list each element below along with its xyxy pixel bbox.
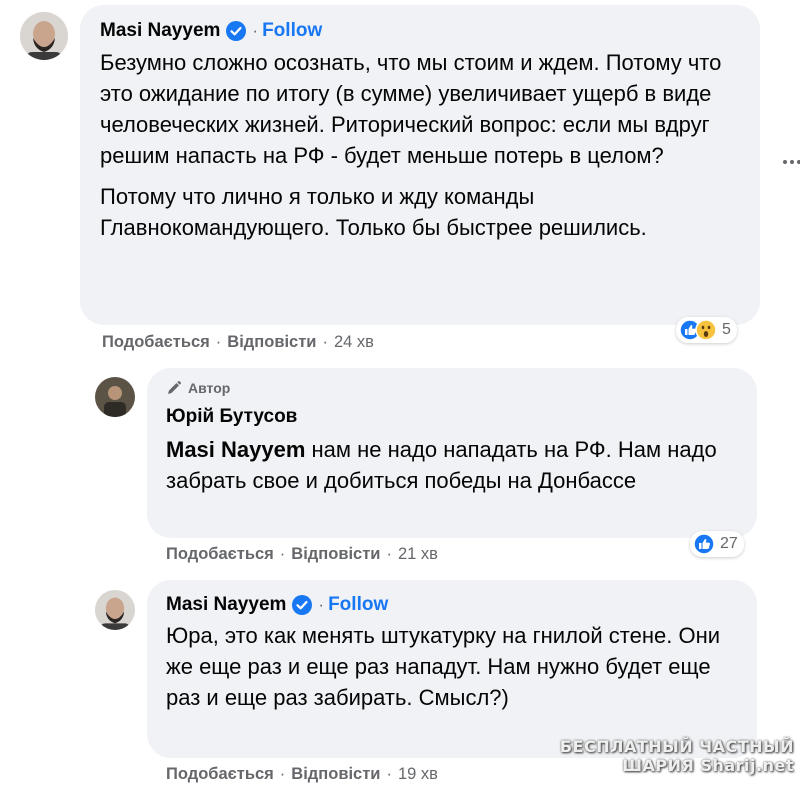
- mention-link[interactable]: Masi Nayyem: [166, 437, 305, 462]
- dot-separator: ·: [252, 21, 259, 40]
- follow-button[interactable]: Follow: [328, 594, 388, 616]
- timestamp[interactable]: 24 хв: [334, 333, 374, 352]
- author-name[interactable]: Masi Nayyem: [100, 20, 220, 42]
- avatar-masi-image: [20, 12, 68, 60]
- author-name[interactable]: Юрій Бутусов: [166, 406, 297, 428]
- dot-separator: ·: [318, 595, 325, 614]
- reply-action[interactable]: Відповісти: [227, 333, 316, 352]
- comment-text: Masi Nayyem нам не надо нападать на РФ. …: [166, 434, 746, 496]
- timestamp[interactable]: 19 хв: [398, 765, 438, 784]
- like-action[interactable]: Подобається: [166, 765, 274, 784]
- watermark-line: БЕСПЛАТНЫЙ ЧАСТНЫЙ: [559, 737, 794, 756]
- avatar[interactable]: [20, 12, 68, 60]
- reaction-count: 5: [722, 321, 731, 338]
- comment-text: Юра, это как менять штукатурку на гнилой…: [166, 620, 736, 713]
- avatar[interactable]: [95, 590, 135, 630]
- watermark-line: ШАРИЯ Sharij.net: [622, 756, 794, 775]
- reply-action[interactable]: Відповісти: [291, 765, 380, 784]
- comment-body: Юра, это как менять штукатурку на гнилой…: [166, 623, 721, 710]
- comment-header: Юрій Бутусов: [166, 406, 297, 428]
- avatar[interactable]: [95, 377, 135, 417]
- like-icon: [693, 533, 715, 555]
- comment-paragraph: Безумно сложно осознать, что мы стоим и …: [100, 50, 722, 168]
- reaction-summary[interactable]: 27: [690, 531, 744, 557]
- comment-header: Masi Nayyem · Follow: [100, 20, 322, 42]
- author-name[interactable]: Masi Nayyem: [166, 594, 286, 616]
- comment-text: Безумно сложно осознать, что мы стоим и …: [100, 47, 730, 243]
- watermark: БЕСПЛАТНЫЙ ЧАСТНЫЙ ШАРИЯ Sharij.net: [560, 737, 794, 775]
- wow-icon: [695, 319, 717, 341]
- follow-button[interactable]: Follow: [262, 20, 322, 42]
- avatar-butusov-image: [95, 377, 135, 417]
- comment-actions: Подобається · Відповісти · 24 хв: [102, 333, 374, 352]
- comment-actions: Подобається · Відповісти · 19 хв: [166, 765, 438, 784]
- timestamp[interactable]: 21 хв: [398, 545, 438, 564]
- comment-actions: Подобається · Відповісти · 21 хв: [166, 545, 438, 564]
- avatar-masi-image: [95, 590, 135, 630]
- reaction-count: 27: [720, 535, 738, 552]
- comment-thread: Masi Nayyem · Follow Безумно сложно осоз…: [0, 0, 800, 793]
- verified-badge-icon: [226, 21, 247, 41]
- reaction-summary[interactable]: 5: [676, 317, 737, 343]
- verified-badge-icon: [292, 595, 313, 615]
- more-options-icon[interactable]: [783, 160, 800, 164]
- reply-action[interactable]: Відповісти: [291, 545, 380, 564]
- comment-header: Masi Nayyem · Follow: [166, 594, 388, 616]
- like-action[interactable]: Подобається: [166, 545, 274, 564]
- author-badge-label: Автор: [188, 380, 231, 396]
- author-badge: Автор: [166, 380, 230, 396]
- comment-paragraph: Потому что лично я только и жду команды …: [100, 184, 647, 240]
- like-action[interactable]: Подобається: [102, 333, 210, 352]
- pen-icon: [168, 381, 181, 394]
